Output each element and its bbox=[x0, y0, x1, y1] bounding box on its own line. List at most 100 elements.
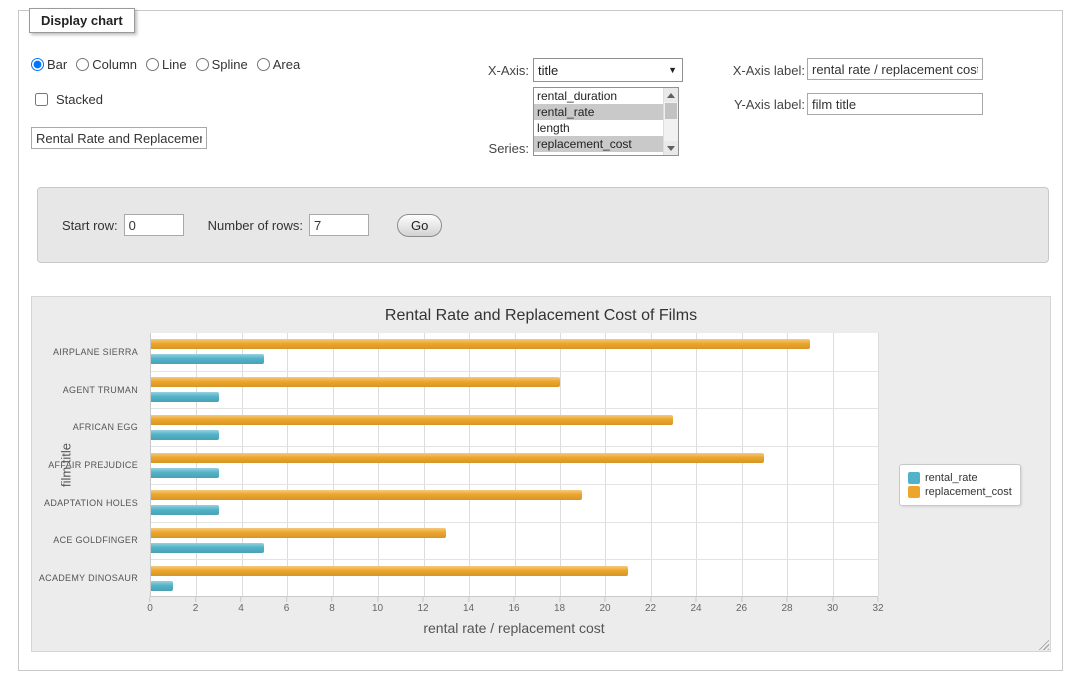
go-button[interactable]: Go bbox=[397, 214, 442, 237]
tick-label: 6 bbox=[284, 603, 290, 614]
stacked-checkbox-row[interactable]: Stacked bbox=[31, 90, 103, 109]
series-option-rental-rate[interactable]: rental_rate bbox=[534, 104, 663, 120]
grid-line bbox=[605, 333, 606, 596]
panel-legend: Display chart bbox=[29, 8, 135, 33]
bar-rental_rate[interactable] bbox=[151, 468, 219, 478]
radio-label-bar: Bar bbox=[47, 57, 67, 72]
chart-title-input[interactable] bbox=[31, 127, 207, 149]
grid-line bbox=[424, 333, 425, 596]
tick-label: 16 bbox=[508, 603, 519, 614]
chart-type-radio-group: Bar Column Line Spline Area bbox=[31, 57, 300, 72]
bar-rental_rate[interactable] bbox=[151, 581, 173, 591]
x-axis-label-input[interactable] bbox=[807, 58, 983, 80]
tick-mark bbox=[241, 597, 242, 602]
resize-handle[interactable] bbox=[1036, 637, 1049, 650]
axis-tick: 18 bbox=[554, 597, 565, 614]
band-separator bbox=[151, 371, 878, 372]
series-option-rental-duration[interactable]: rental_duration bbox=[534, 88, 663, 104]
bar-replacement_cost[interactable] bbox=[151, 339, 810, 349]
radio-label-area: Area bbox=[273, 57, 300, 72]
bar-replacement_cost[interactable] bbox=[151, 453, 764, 463]
bar-rental_rate[interactable] bbox=[151, 354, 264, 364]
tick-label: 0 bbox=[147, 603, 153, 614]
grid-line bbox=[560, 333, 561, 596]
band-separator bbox=[151, 484, 878, 485]
stacked-checkbox[interactable] bbox=[35, 93, 48, 106]
axis-tick: 30 bbox=[827, 597, 838, 614]
column-radio[interactable] bbox=[76, 58, 89, 71]
radio-option-line[interactable]: Line bbox=[146, 57, 187, 72]
legend-item-replacement_cost[interactable]: replacement_cost bbox=[908, 486, 1012, 498]
axis-tick: 6 bbox=[284, 597, 290, 614]
bar-rental_rate[interactable] bbox=[151, 543, 264, 553]
axis-tick: 2 bbox=[193, 597, 199, 614]
series-listbox-items: rental_duration rental_rate length repla… bbox=[534, 88, 663, 155]
chart-title: Rental Rate and Replacement Cost of Film… bbox=[32, 307, 1050, 325]
tick-label: 22 bbox=[645, 603, 656, 614]
bar-replacement_cost[interactable] bbox=[151, 528, 446, 538]
tick-label: 10 bbox=[372, 603, 383, 614]
axis-tick: 24 bbox=[690, 597, 701, 614]
grid-line bbox=[696, 333, 697, 596]
bar-replacement_cost[interactable] bbox=[151, 415, 673, 425]
series-option-replacement-cost[interactable]: replacement_cost bbox=[534, 136, 663, 152]
tick-mark bbox=[741, 597, 742, 602]
radio-option-bar[interactable]: Bar bbox=[31, 57, 67, 72]
grid-line bbox=[242, 333, 243, 596]
stacked-label: Stacked bbox=[56, 92, 103, 107]
tick-labels: 02468101214161820222426283032 bbox=[150, 597, 878, 621]
grid-line bbox=[287, 333, 288, 596]
tick-label: 30 bbox=[827, 603, 838, 614]
series-listbox[interactable]: rental_duration rental_rate length repla… bbox=[533, 87, 679, 156]
scroll-down-button[interactable] bbox=[664, 141, 678, 155]
grid-line bbox=[787, 333, 788, 596]
bar-rental_rate[interactable] bbox=[151, 505, 219, 515]
tick-label: 18 bbox=[554, 603, 565, 614]
tick-mark bbox=[195, 597, 196, 602]
start-row-input[interactable] bbox=[124, 214, 184, 236]
line-radio[interactable] bbox=[146, 58, 159, 71]
tick-mark bbox=[696, 597, 697, 602]
spline-radio[interactable] bbox=[196, 58, 209, 71]
tick-label: 26 bbox=[736, 603, 747, 614]
x-axis-label-caption: X-Axis label: bbox=[659, 63, 805, 78]
row-controls-panel: Start row: Number of rows: Go bbox=[37, 187, 1049, 263]
start-row-label: Start row: bbox=[62, 218, 118, 233]
legend-label: rental_rate bbox=[925, 472, 978, 484]
area-radio[interactable] bbox=[257, 58, 270, 71]
radio-option-area[interactable]: Area bbox=[257, 57, 300, 72]
tick-mark bbox=[605, 597, 606, 602]
bar-replacement_cost[interactable] bbox=[151, 377, 560, 387]
number-of-rows-input[interactable] bbox=[309, 214, 369, 236]
category-label: ADAPTATION HOLES bbox=[44, 498, 138, 508]
axis-tick: 0 bbox=[147, 597, 153, 614]
band-separator bbox=[151, 522, 878, 523]
bar-radio[interactable] bbox=[31, 58, 44, 71]
tick-mark bbox=[832, 597, 833, 602]
series-option-length[interactable]: length bbox=[534, 120, 663, 136]
grid-line bbox=[333, 333, 334, 596]
y-axis-label-input[interactable] bbox=[807, 93, 983, 115]
tick-mark bbox=[286, 597, 287, 602]
bar-rental_rate[interactable] bbox=[151, 430, 219, 440]
y-axis-label-caption: Y-Axis label: bbox=[659, 97, 805, 112]
radio-option-spline[interactable]: Spline bbox=[196, 57, 248, 72]
grid-line bbox=[469, 333, 470, 596]
category-label: AFRICAN EGG bbox=[73, 422, 138, 432]
legend-item-rental_rate[interactable]: rental_rate bbox=[908, 472, 1012, 484]
bar-rental_rate[interactable] bbox=[151, 392, 219, 402]
x-axis-select-label: X-Axis: bbox=[439, 63, 529, 78]
tick-label: 12 bbox=[417, 603, 428, 614]
tick-label: 32 bbox=[872, 603, 883, 614]
axis-tick: 32 bbox=[872, 597, 883, 614]
axis-tick: 22 bbox=[645, 597, 656, 614]
bar-replacement_cost[interactable] bbox=[151, 490, 582, 500]
tick-mark bbox=[377, 597, 378, 602]
x-axis-title: rental rate / replacement cost bbox=[150, 620, 878, 636]
page: Display chart Bar Column Line Spline Are… bbox=[0, 0, 1081, 681]
grid-line bbox=[515, 333, 516, 596]
grid-line bbox=[196, 333, 197, 596]
grid-line bbox=[742, 333, 743, 596]
radio-option-column[interactable]: Column bbox=[76, 57, 137, 72]
bar-replacement_cost[interactable] bbox=[151, 566, 628, 576]
